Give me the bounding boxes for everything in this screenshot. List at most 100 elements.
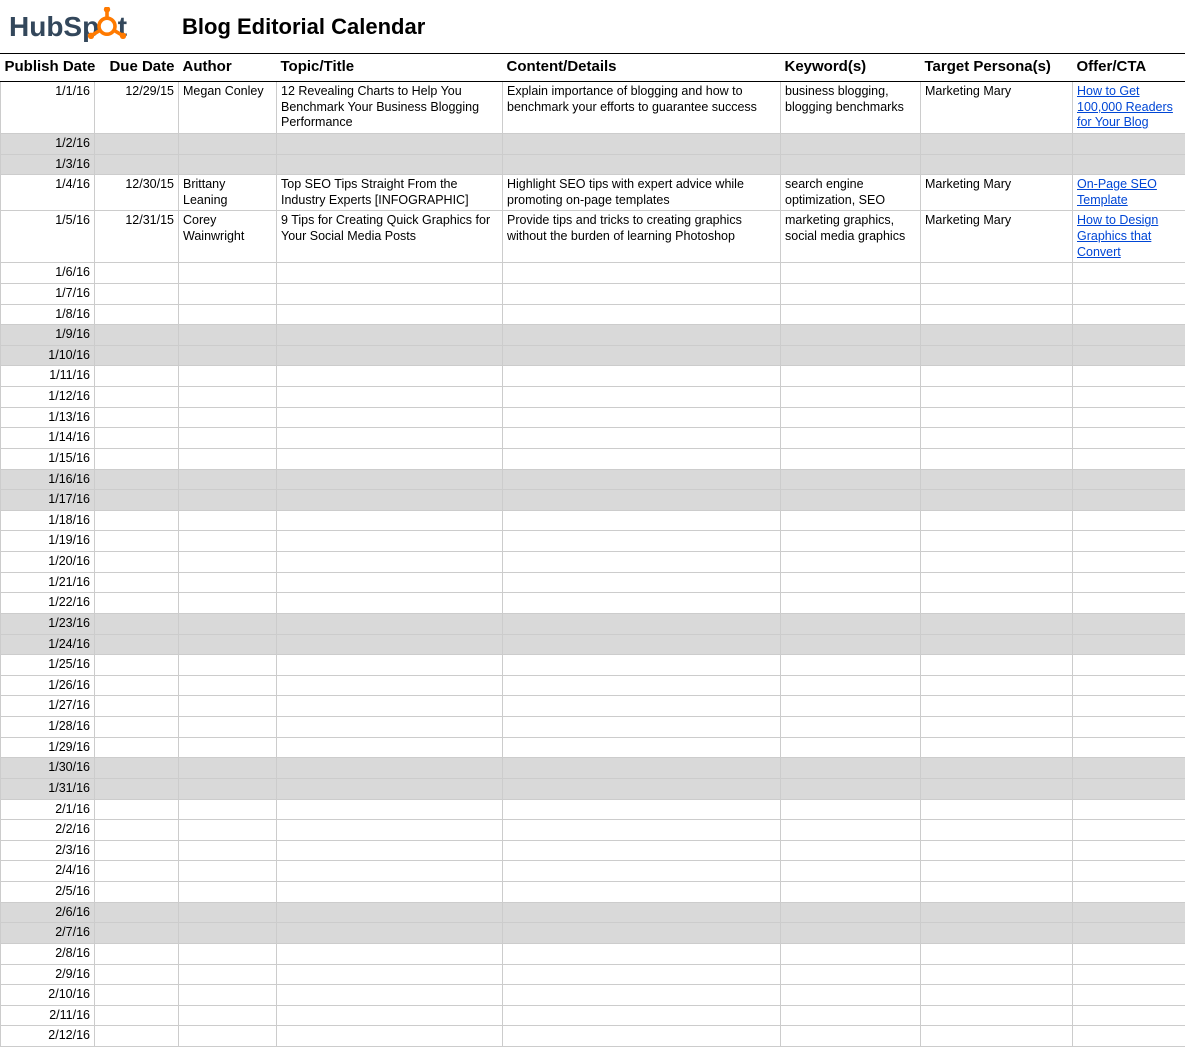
cell-author[interactable]	[179, 882, 277, 903]
cell-publish-date[interactable]: 1/10/16	[1, 345, 95, 366]
cell-author[interactable]	[179, 552, 277, 573]
cell-author[interactable]	[179, 985, 277, 1006]
cell-content[interactable]	[503, 1026, 781, 1047]
cell-persona[interactable]	[921, 655, 1073, 676]
cell-content[interactable]	[503, 510, 781, 531]
cell-publish-date[interactable]: 1/6/16	[1, 263, 95, 284]
cell-topic[interactable]	[277, 675, 503, 696]
cell-author[interactable]	[179, 407, 277, 428]
cell-due-date[interactable]	[95, 861, 179, 882]
cell-due-date[interactable]	[95, 655, 179, 676]
cell-keywords[interactable]	[781, 325, 921, 346]
table-row[interactable]: 1/22/16	[1, 593, 1185, 614]
cell-keywords[interactable]	[781, 882, 921, 903]
cell-author[interactable]	[179, 283, 277, 304]
cell-topic[interactable]	[277, 345, 503, 366]
cell-author[interactable]	[179, 304, 277, 325]
cell-content[interactable]	[503, 737, 781, 758]
cell-author[interactable]	[179, 737, 277, 758]
cell-publish-date[interactable]: 1/23/16	[1, 613, 95, 634]
cell-offer[interactable]	[1073, 428, 1185, 449]
cell-author[interactable]	[179, 1005, 277, 1026]
table-row[interactable]: 2/3/16	[1, 840, 1185, 861]
cell-offer[interactable]	[1073, 943, 1185, 964]
cell-author[interactable]	[179, 902, 277, 923]
cell-content[interactable]	[503, 428, 781, 449]
cell-publish-date[interactable]: 2/8/16	[1, 943, 95, 964]
cell-offer[interactable]	[1073, 572, 1185, 593]
cell-offer[interactable]	[1073, 964, 1185, 985]
cell-author[interactable]: Brittany Leaning	[179, 175, 277, 211]
table-row[interactable]: 2/1/16	[1, 799, 1185, 820]
cell-offer[interactable]: How to Design Graphics that Convert	[1073, 211, 1185, 263]
cell-offer[interactable]	[1073, 510, 1185, 531]
cell-persona[interactable]: Marketing Mary	[921, 211, 1073, 263]
cell-author[interactable]	[179, 861, 277, 882]
cell-content[interactable]	[503, 655, 781, 676]
table-row[interactable]: 1/29/16	[1, 737, 1185, 758]
cell-offer[interactable]	[1073, 613, 1185, 634]
cell-persona[interactable]	[921, 985, 1073, 1006]
cell-author[interactable]	[179, 366, 277, 387]
cell-content[interactable]	[503, 469, 781, 490]
cell-publish-date[interactable]: 1/15/16	[1, 448, 95, 469]
cell-keywords[interactable]	[781, 283, 921, 304]
cell-publish-date[interactable]: 2/2/16	[1, 820, 95, 841]
cell-keywords[interactable]	[781, 572, 921, 593]
cell-author[interactable]	[179, 490, 277, 511]
cell-keywords[interactable]	[781, 613, 921, 634]
cell-persona[interactable]	[921, 737, 1073, 758]
cell-publish-date[interactable]: 1/5/16	[1, 211, 95, 263]
offer-link[interactable]: How to Get 100,000 Readers for Your Blog	[1077, 84, 1173, 129]
table-row[interactable]: 2/8/16	[1, 943, 1185, 964]
cell-persona[interactable]	[921, 778, 1073, 799]
cell-offer[interactable]	[1073, 387, 1185, 408]
cell-topic[interactable]	[277, 1005, 503, 1026]
table-row[interactable]: 1/15/16	[1, 448, 1185, 469]
cell-keywords[interactable]	[781, 593, 921, 614]
cell-offer[interactable]	[1073, 882, 1185, 903]
cell-persona[interactable]: Marketing Mary	[921, 175, 1073, 211]
table-row[interactable]: 1/23/16	[1, 613, 1185, 634]
offer-link[interactable]: How to Design Graphics that Convert	[1077, 213, 1158, 258]
cell-due-date[interactable]	[95, 572, 179, 593]
table-row[interactable]: 1/11/16	[1, 366, 1185, 387]
cell-keywords[interactable]	[781, 469, 921, 490]
cell-offer[interactable]	[1073, 655, 1185, 676]
cell-author[interactable]	[179, 448, 277, 469]
cell-publish-date[interactable]: 1/18/16	[1, 510, 95, 531]
cell-due-date[interactable]: 12/30/15	[95, 175, 179, 211]
cell-author[interactable]: Megan Conley	[179, 82, 277, 134]
cell-keywords[interactable]	[781, 964, 921, 985]
cell-publish-date[interactable]: 2/3/16	[1, 840, 95, 861]
cell-publish-date[interactable]: 2/11/16	[1, 1005, 95, 1026]
cell-due-date[interactable]	[95, 696, 179, 717]
cell-due-date[interactable]	[95, 717, 179, 738]
cell-keywords[interactable]	[781, 407, 921, 428]
offer-link[interactable]: On-Page SEO Template	[1077, 177, 1157, 207]
cell-topic[interactable]	[277, 552, 503, 573]
cell-content[interactable]	[503, 964, 781, 985]
table-row[interactable]: 1/6/16	[1, 263, 1185, 284]
table-row[interactable]: 2/4/16	[1, 861, 1185, 882]
cell-persona[interactable]	[921, 345, 1073, 366]
cell-content[interactable]	[503, 943, 781, 964]
cell-topic[interactable]: 9 Tips for Creating Quick Graphics for Y…	[277, 211, 503, 263]
cell-persona[interactable]	[921, 325, 1073, 346]
cell-keywords[interactable]	[781, 943, 921, 964]
cell-publish-date[interactable]: 1/8/16	[1, 304, 95, 325]
cell-keywords[interactable]: marketing graphics, social media graphic…	[781, 211, 921, 263]
table-row[interactable]: 2/7/16	[1, 923, 1185, 944]
cell-topic[interactable]	[277, 613, 503, 634]
cell-due-date[interactable]	[95, 923, 179, 944]
cell-keywords[interactable]	[781, 263, 921, 284]
cell-author[interactable]: Corey Wainwright	[179, 211, 277, 263]
cell-offer[interactable]: On-Page SEO Template	[1073, 175, 1185, 211]
cell-publish-date[interactable]: 2/12/16	[1, 1026, 95, 1047]
cell-persona[interactable]	[921, 882, 1073, 903]
cell-author[interactable]	[179, 696, 277, 717]
cell-author[interactable]	[179, 1026, 277, 1047]
cell-author[interactable]	[179, 634, 277, 655]
cell-keywords[interactable]	[781, 861, 921, 882]
cell-persona[interactable]	[921, 675, 1073, 696]
